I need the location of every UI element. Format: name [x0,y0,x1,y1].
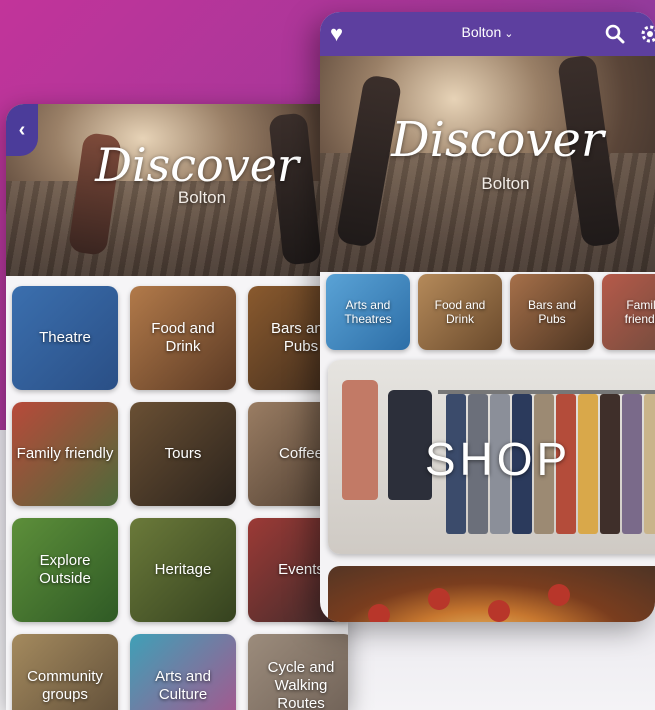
category-tile-family-friendly[interactable]: Family friendly [12,402,118,506]
tile-label: Arts and Culture [155,668,211,703]
tile-label: Family friendly [16,445,114,462]
category-tile-family-friendly[interactable]: Family friendly [602,274,655,350]
hero-subtitle: Bolton [177,188,227,207]
tile-label: Tours [164,445,202,462]
discover-hero-banner: Discover Bolton [320,56,655,272]
pizza-image [488,600,510,622]
category-tile-explore-outside[interactable]: Explore Outside [12,518,118,622]
top-app-bar: ♥ Bolton ⌄ [320,12,655,56]
category-tile-food-and-drink[interactable]: Food and Drink [130,286,236,390]
tile-label: Food and Drink [151,320,215,355]
hero-title: Discover [391,112,604,168]
discover-hero-banner: Discover Bolton [6,104,348,276]
category-tile-theatre[interactable]: Theatre [12,286,118,390]
category-tile-tours[interactable]: Tours [130,402,236,506]
category-tile-cycle-and-walking[interactable]: Cycle and Walking Routes [248,634,348,710]
category-grid: Theatre Food and Drink Bars and Pubs Fam… [12,286,348,710]
tile-label: Arts and Theatres [344,297,392,326]
chevron-left-icon: ‹ [18,118,26,141]
search-icon[interactable] [605,24,625,44]
back-phone-screen: Discover Bolton ‹ Theatre Food and Drink… [6,104,348,710]
front-phone-screen: ♥ Bolton ⌄ Discover Bolton Arts and Theat… [320,12,655,622]
tile-label: Food and Drink [434,297,486,326]
gear-icon[interactable] [639,23,655,45]
shop-feature-card[interactable]: SHOP [328,360,655,554]
shop-card-title: SHOP [424,433,572,485]
back-button[interactable]: ‹ [6,104,38,156]
tile-label: Explore Outside [39,552,91,587]
tile-label: Theatre [39,329,91,346]
hero-subtitle: Bolton [481,174,530,193]
category-tile-community-groups[interactable]: Community groups [12,634,118,710]
tile-label: Bars and Pubs [527,297,577,326]
pizza-image [428,588,450,610]
pizza-image [368,604,390,622]
tile-label: Coffee [279,445,323,462]
tile-label: Family friendly [624,297,655,326]
chevron-down-icon: ⌄ [504,28,514,40]
tile-label: Events [278,561,324,578]
category-tile-food-and-drink[interactable]: Food and Drink [418,274,502,350]
category-tile-arts-and-culture[interactable]: Arts and Culture [130,634,236,710]
category-tile-heritage[interactable]: Heritage [130,518,236,622]
tile-label: Community groups [27,668,103,703]
tile-label: Cycle and Walking Routes [267,659,335,710]
hero-title: Discover [95,138,299,192]
category-tile-bars-and-pubs[interactable]: Bars and Pubs [510,274,594,350]
category-carousel: Arts and Theatres Food and Drink Bars an… [326,274,655,350]
category-tile-arts-and-theatres[interactable]: Arts and Theatres [326,274,410,350]
food-feature-card[interactable] [328,566,655,622]
tile-label: Heritage [154,561,212,578]
pizza-image [548,584,570,606]
location-label: Bolton [461,24,502,40]
